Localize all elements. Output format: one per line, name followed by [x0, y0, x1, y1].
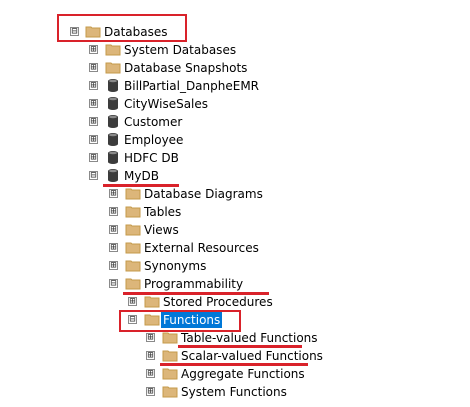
folder-icon — [162, 384, 178, 398]
expand-icon[interactable]: ⊞ — [89, 63, 98, 73]
expand-icon[interactable]: ⊞ — [146, 369, 155, 379]
folder-icon — [144, 312, 160, 326]
tree-node-label: HDFC DB — [124, 151, 179, 165]
database-icon — [105, 150, 121, 164]
tree-node-label: Database Diagrams — [144, 187, 263, 201]
tree-node-label: Customer — [124, 115, 183, 129]
tree-node-label: Databases — [104, 25, 168, 39]
expand-icon[interactable]: ⊞ — [89, 153, 98, 163]
tree-node-label: System Functions — [181, 385, 287, 399]
tree-node-label-selected: Functions — [161, 312, 223, 328]
folder-icon — [105, 60, 121, 74]
tree-node-label: Stored Procedures — [163, 295, 273, 309]
tree-node-label: External Resources — [144, 241, 259, 255]
folder-icon — [162, 330, 178, 344]
expand-icon[interactable]: ⊞ — [89, 135, 98, 145]
expand-icon[interactable]: ⊞ — [146, 351, 155, 361]
expand-icon[interactable]: ⊞ — [128, 297, 137, 307]
expand-icon[interactable]: ⊞ — [146, 333, 155, 343]
folder-icon — [125, 222, 141, 236]
tree-node-label: CityWiseSales — [124, 97, 209, 111]
folder-icon — [85, 24, 101, 38]
expand-icon[interactable]: ⊞ — [89, 99, 98, 109]
expand-icon[interactable]: ⊞ — [89, 45, 98, 55]
tree-node-label: Tables — [144, 205, 182, 219]
tree-node-label: Programmability — [144, 277, 244, 291]
folder-icon — [162, 366, 178, 380]
folder-icon — [144, 294, 160, 308]
folder-icon — [105, 42, 121, 56]
folder-icon — [125, 258, 141, 272]
database-icon — [105, 132, 121, 146]
tree-node-label: Table-valued Functions — [181, 331, 318, 345]
tree-node-label: BillPartial_DanpheEMR — [124, 79, 260, 93]
collapse-icon[interactable]: ⊟ — [128, 315, 137, 325]
folder-icon — [162, 348, 178, 362]
expand-icon[interactable]: ⊞ — [109, 189, 118, 199]
expand-icon[interactable]: ⊞ — [146, 387, 155, 397]
folder-icon — [125, 186, 141, 200]
database-icon — [105, 168, 121, 182]
folder-icon — [125, 276, 141, 290]
tree-node-label: System Databases — [124, 43, 237, 57]
expand-icon[interactable]: ⊞ — [109, 207, 118, 217]
database-icon — [105, 96, 121, 110]
database-icon — [105, 114, 121, 128]
expand-icon[interactable]: ⊞ — [89, 81, 98, 91]
expand-icon[interactable]: ⊞ — [109, 225, 118, 235]
expand-icon[interactable]: ⊞ — [109, 243, 118, 253]
folder-icon — [125, 204, 141, 218]
expand-icon[interactable]: ⊞ — [109, 261, 118, 271]
expand-icon[interactable]: ⊞ — [89, 117, 98, 127]
tree-node-label: Database Snapshots — [124, 61, 248, 75]
tree-node-label: Employee — [124, 133, 184, 147]
tree-node-label: Aggregate Functions — [181, 367, 305, 381]
collapse-icon[interactable]: ⊟ — [70, 27, 79, 37]
tree-node-label: MyDB — [124, 169, 159, 183]
database-icon — [105, 78, 121, 92]
tree-node-label: Views — [144, 223, 179, 237]
collapse-icon[interactable]: ⊟ — [89, 171, 98, 181]
folder-icon — [125, 240, 141, 254]
tree-node-label: Synonyms — [144, 259, 207, 273]
collapse-icon[interactable]: ⊟ — [109, 279, 118, 289]
tree-node-label: Scalar-valued Functions — [181, 349, 323, 363]
